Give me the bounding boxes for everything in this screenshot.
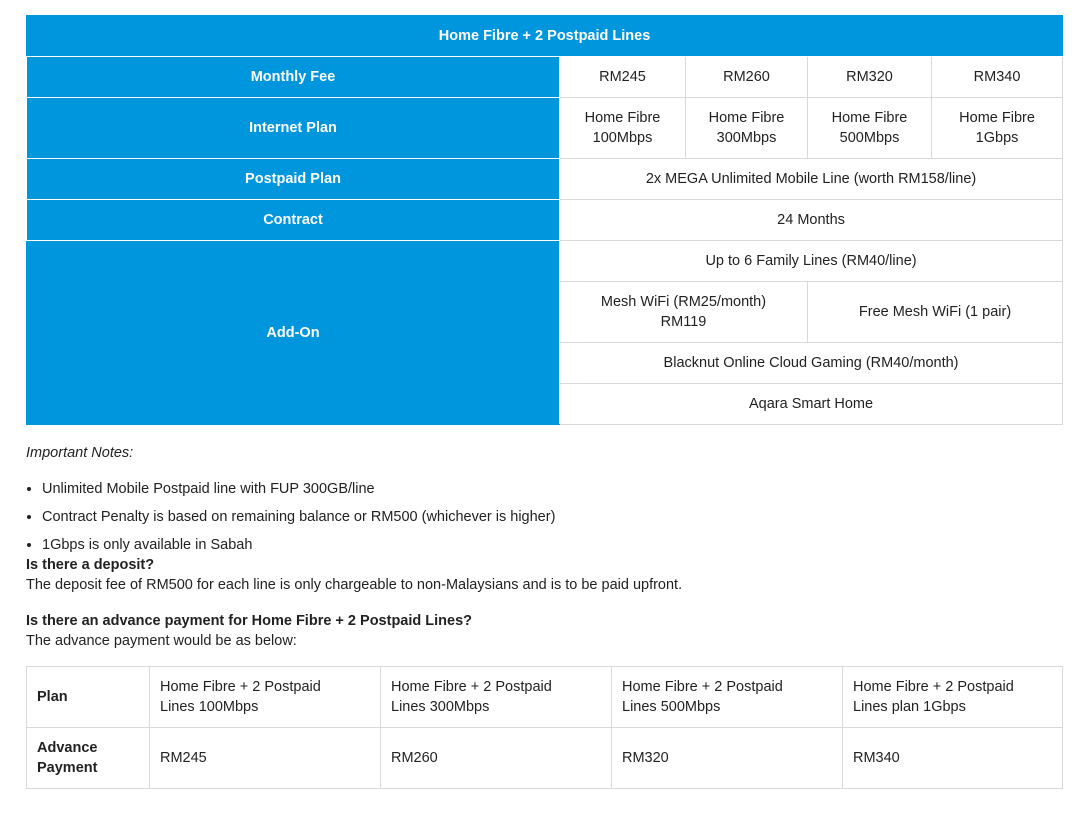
plan-table: Home Fibre + 2 Postpaid Lines Monthly Fe… (25, 15, 1064, 425)
internet-plan-name: Home Fibre (959, 110, 1035, 126)
internet-plan-cell: Home Fibre 1Gbps (930, 97, 1064, 159)
advance-payment-row: Advance Payment RM245 RM260 RM320 RM340 (26, 727, 1063, 789)
advance-plan-speed: Lines 300Mbps (391, 699, 490, 715)
internet-plan-cell: Home Fibre 500Mbps (807, 97, 932, 159)
advance-payment-label: Advance Payment (26, 727, 150, 789)
internet-plan-name: Home Fibre (831, 110, 908, 126)
advance-payment-label-line2: Payment (37, 760, 98, 776)
postpaid-plan-label: Postpaid Plan (26, 158, 560, 200)
internet-plan-cell: Home Fibre 300Mbps (685, 97, 808, 159)
addon-mesh-free: Free Mesh WiFi (1 pair) (806, 281, 1064, 343)
notes-title: Important Notes: (26, 445, 134, 461)
faq-question-advance: Is there an advance payment for Home Fib… (26, 613, 473, 629)
internet-plan-cell: Home Fibre 100Mbps (559, 97, 686, 159)
contract-value: 24 Months (558, 199, 1064, 241)
advance-plan-speed: Lines 500Mbps (622, 699, 721, 715)
plan-table-title-row: Home Fibre + 2 Postpaid Lines (25, 15, 1064, 57)
advance-plan-speed: Lines plan 1Gbps (853, 699, 966, 715)
advance-payment-cell: RM320 (611, 727, 843, 789)
faq-answer-advance: The advance payment would be as below: (26, 633, 297, 649)
internet-plan-speed: 1Gbps (975, 130, 1019, 146)
addon-mesh-paid-price: Mesh WiFi (RM25/month) (600, 294, 767, 310)
advance-plan-label: Plan (26, 666, 150, 728)
advance-plan-cell: Home Fibre + 2 Postpaid Lines 100Mbps (149, 666, 381, 728)
plan-table-title: Home Fibre + 2 Postpaid Lines (25, 15, 1064, 57)
addon-mesh-paid-once: RM119 (660, 314, 707, 330)
postpaid-plan-value: 2x MEGA Unlimited Mobile Line (worth RM1… (558, 158, 1064, 200)
advance-plan-name: Home Fibre + 2 Postpaid (853, 679, 1014, 695)
addon-mesh-paid: Mesh WiFi (RM25/month) RM119 (559, 281, 808, 343)
addon-smart-home: Aqara Smart Home (558, 383, 1064, 425)
monthly-fee-label: Monthly Fee (26, 56, 560, 98)
monthly-fee-cell: RM260 (685, 56, 808, 98)
note-item: Contract Penalty is based on remaining b… (42, 507, 1062, 527)
monthly-fee-cell: RM340 (930, 56, 1064, 98)
contract-label: Contract (26, 199, 560, 241)
monthly-fee-cell: RM320 (807, 56, 932, 98)
internet-plan-speed: 300Mbps (716, 130, 777, 146)
postpaid-plan-row: Postpaid Plan 2x MEGA Unlimited Mobile L… (26, 158, 1064, 200)
note-item: Unlimited Mobile Postpaid line with FUP … (42, 479, 1062, 499)
faq-answer-deposit: The deposit fee of RM500 for each line i… (26, 577, 683, 593)
internet-plan-speed: 100Mbps (592, 130, 653, 146)
note-item: 1Gbps is only available in Sabah (42, 535, 1062, 555)
advance-plan-name: Home Fibre + 2 Postpaid (391, 679, 552, 695)
internet-plan-speed: 500Mbps (839, 130, 900, 146)
advance-payment-label-line1: Advance (37, 740, 98, 756)
advance-plan-name: Home Fibre + 2 Postpaid (160, 679, 321, 695)
addon-gaming: Blacknut Online Cloud Gaming (RM40/month… (558, 342, 1064, 384)
notes-list: Unlimited Mobile Postpaid line with FUP … (26, 479, 1062, 555)
page-content: Home Fibre + 2 Postpaid Lines Monthly Fe… (25, 15, 1064, 789)
advance-plan-name: Home Fibre + 2 Postpaid (622, 679, 783, 695)
advance-plan-cell: Home Fibre + 2 Postpaid Lines 500Mbps (611, 666, 843, 728)
advance-plan-row: Plan Home Fibre + 2 Postpaid Lines 100Mbp… (26, 666, 1063, 728)
addon-row-family: Add-On Up to 6 Family Lines (RM40/line) (26, 240, 1064, 425)
monthly-fee-cell: RM245 (559, 56, 686, 98)
internet-plan-label: Internet Plan (26, 97, 560, 159)
addon-family-lines: Up to 6 Family Lines (RM40/line) (558, 240, 1064, 282)
faq-question-deposit: Is there a deposit? (26, 557, 155, 573)
internet-plan-name: Home Fibre (584, 110, 661, 126)
advance-payment-cell: RM340 (842, 727, 1063, 789)
advance-payment-cell: RM260 (380, 727, 612, 789)
advance-payment-cell: RM245 (149, 727, 381, 789)
contract-row: Contract 24 Months (26, 199, 1064, 241)
internet-plan-row: Internet Plan Home Fibre 100Mbps Home Fib… (26, 97, 1064, 159)
advance-plan-speed: Lines 100Mbps (160, 699, 259, 715)
monthly-fee-row: Monthly Fee RM245 RM260 RM320 RM340 (26, 56, 1064, 98)
advance-payment-table: Plan Home Fibre + 2 Postpaid Lines 100Mbp… (26, 666, 1063, 789)
internet-plan-name: Home Fibre (708, 110, 785, 126)
advance-plan-cell: Home Fibre + 2 Postpaid Lines 300Mbps (380, 666, 612, 728)
addon-label: Add-On (26, 240, 560, 425)
advance-plan-cell: Home Fibre + 2 Postpaid Lines plan 1Gbps (842, 666, 1063, 728)
